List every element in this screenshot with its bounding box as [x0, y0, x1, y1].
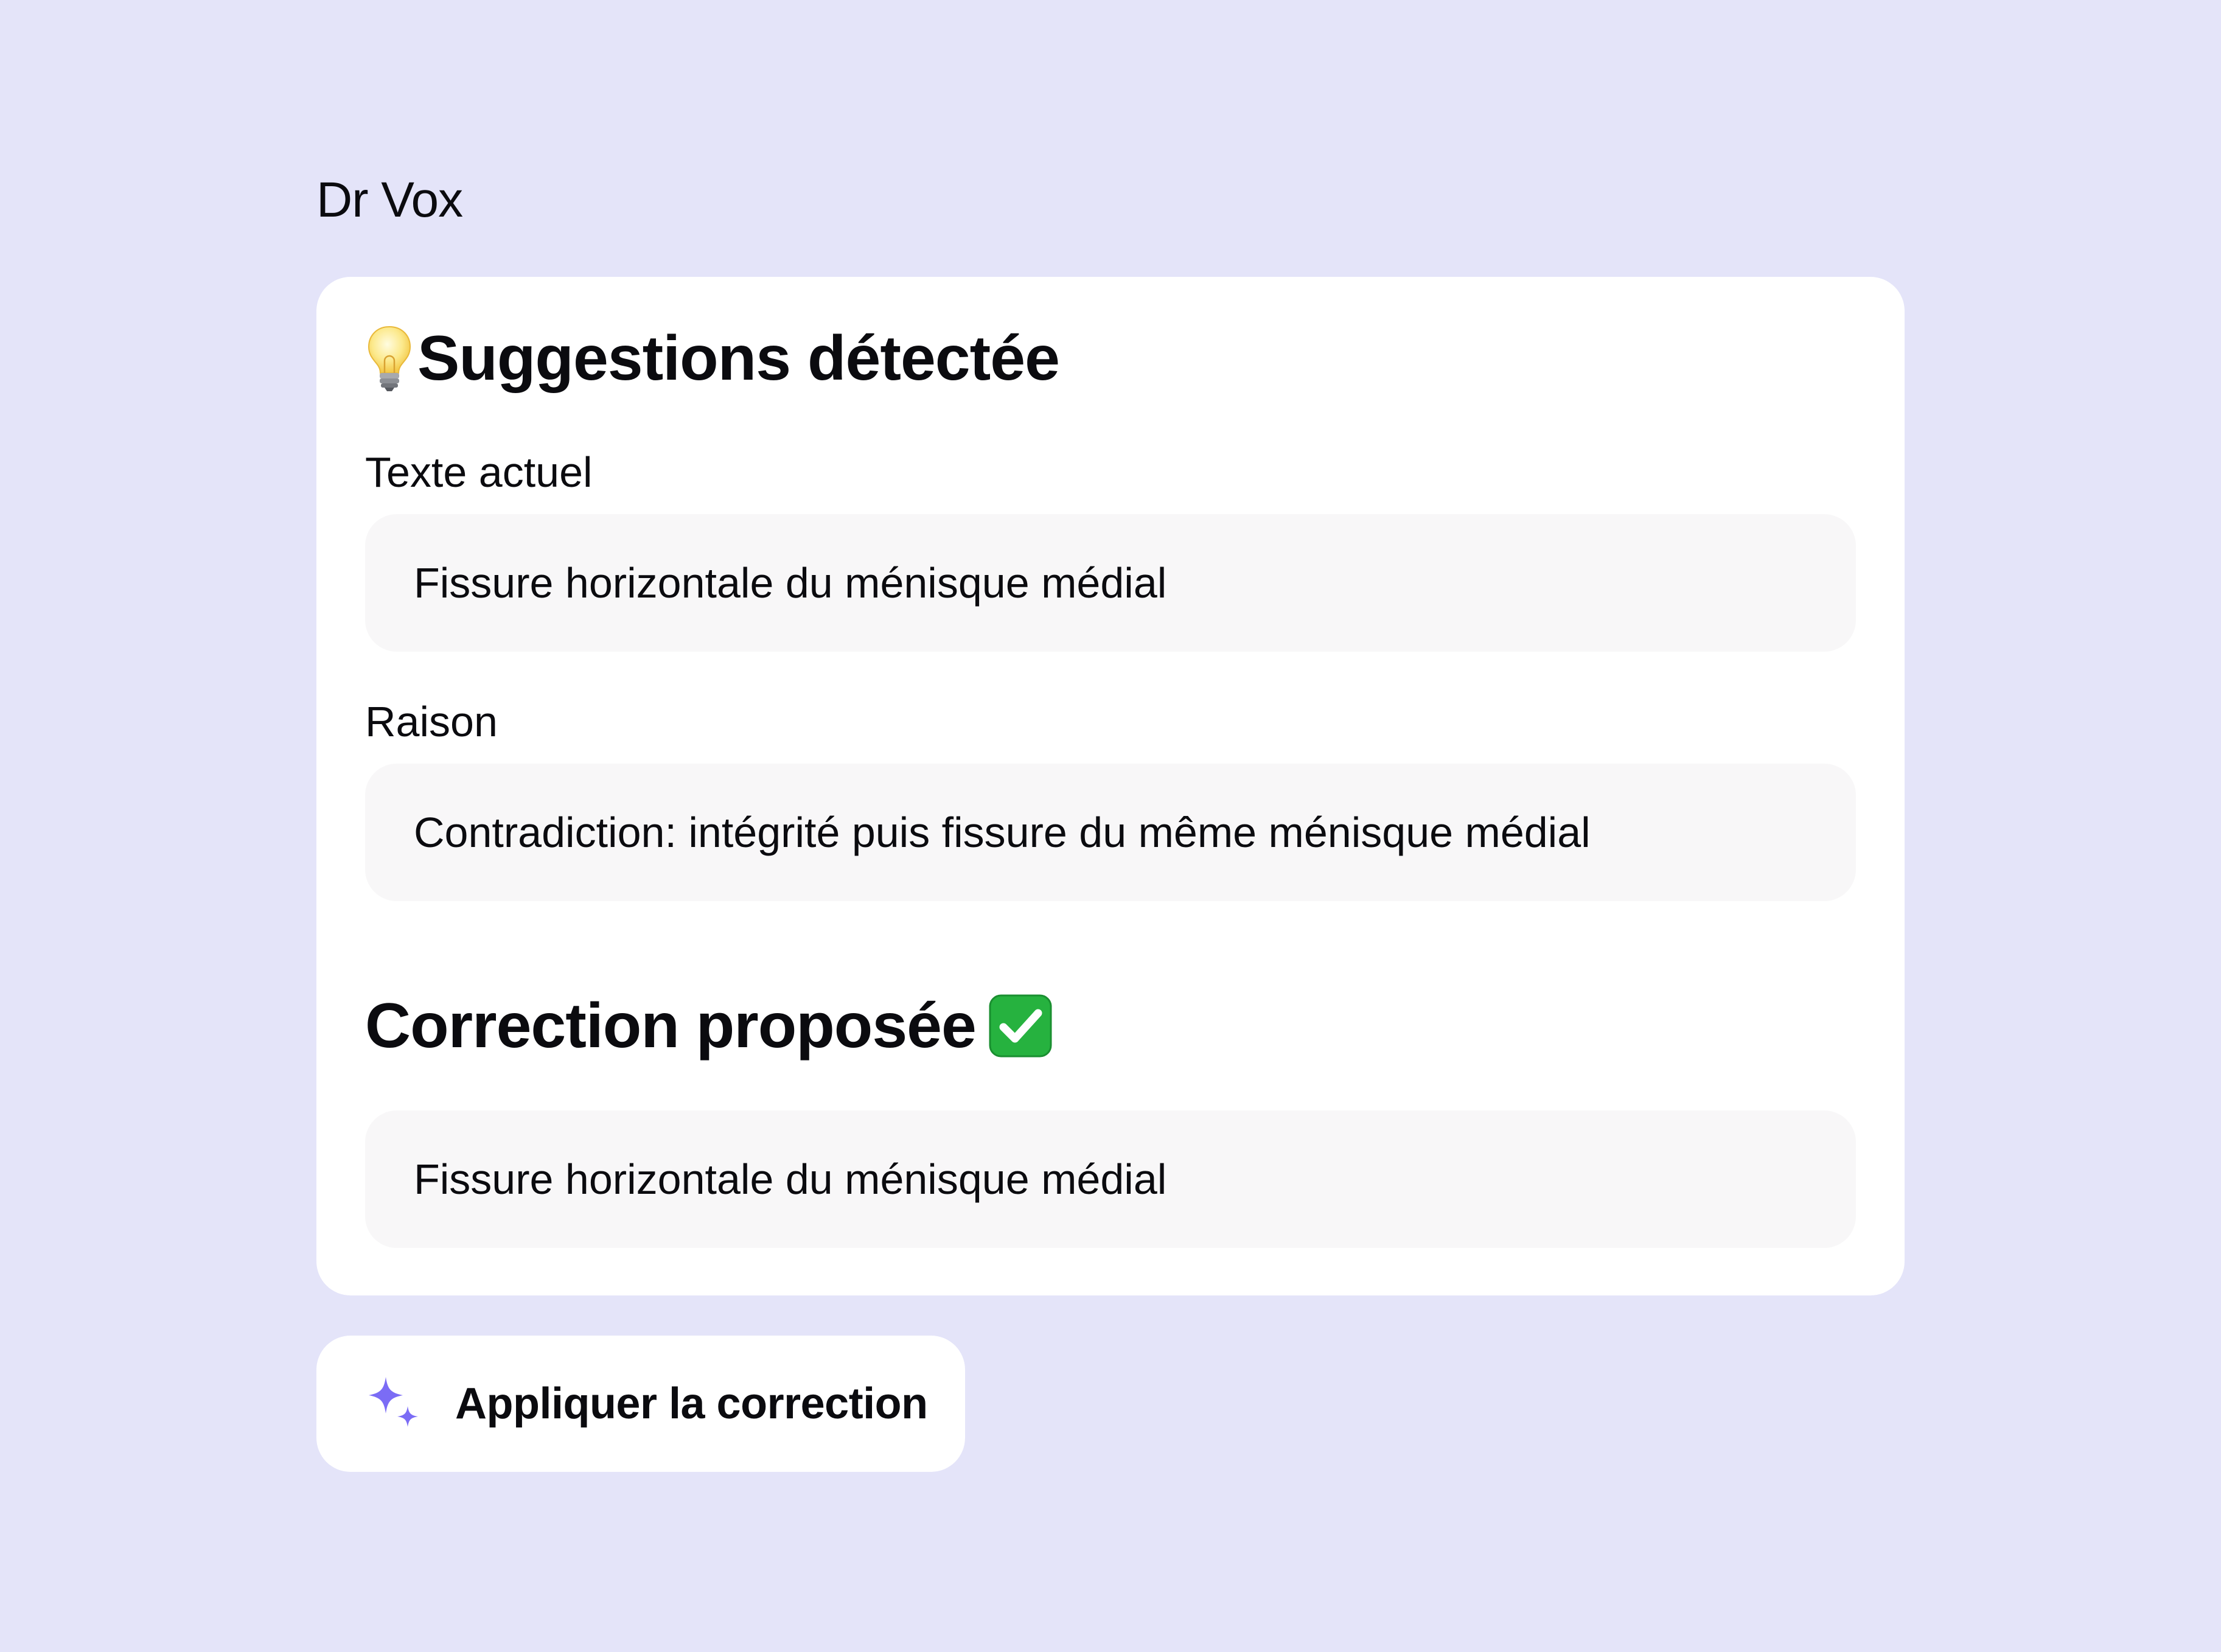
proposed-correction-value: Fissure horizontale du ménisque médial — [414, 1155, 1167, 1203]
correction-title: Correction proposée — [365, 991, 977, 1061]
suggestions-heading: Suggestions détectée — [365, 323, 1060, 394]
reason-label: Raison — [365, 698, 498, 745]
check-mark-icon — [989, 994, 1052, 1058]
current-text-value: Fissure horizontale du ménisque médial — [414, 559, 1167, 607]
proposed-correction-field: Fissure horizontale du ménisque médial — [365, 1110, 1856, 1248]
suggestions-title: Suggestions détectée — [417, 323, 1060, 394]
reason-field: Contradiction: intégrité puis fissure du… — [365, 764, 1856, 901]
reason-value: Contradiction: intégrité puis fissure du… — [414, 809, 1591, 856]
suggestion-card: Suggestions détectée Texte actuel Fissur… — [316, 277, 1905, 1295]
current-text-field: Fissure horizontale du ménisque médial — [365, 514, 1856, 652]
current-text-label: Texte actuel — [365, 448, 593, 496]
apply-correction-button[interactable]: Appliquer la correction — [316, 1336, 965, 1472]
sparkles-icon — [369, 1377, 418, 1427]
lightbulb-icon — [368, 326, 411, 391]
correction-heading: Correction proposée — [365, 994, 1053, 1058]
app-title: Dr Vox — [316, 172, 463, 228]
apply-correction-label: Appliquer la correction — [455, 1379, 928, 1428]
